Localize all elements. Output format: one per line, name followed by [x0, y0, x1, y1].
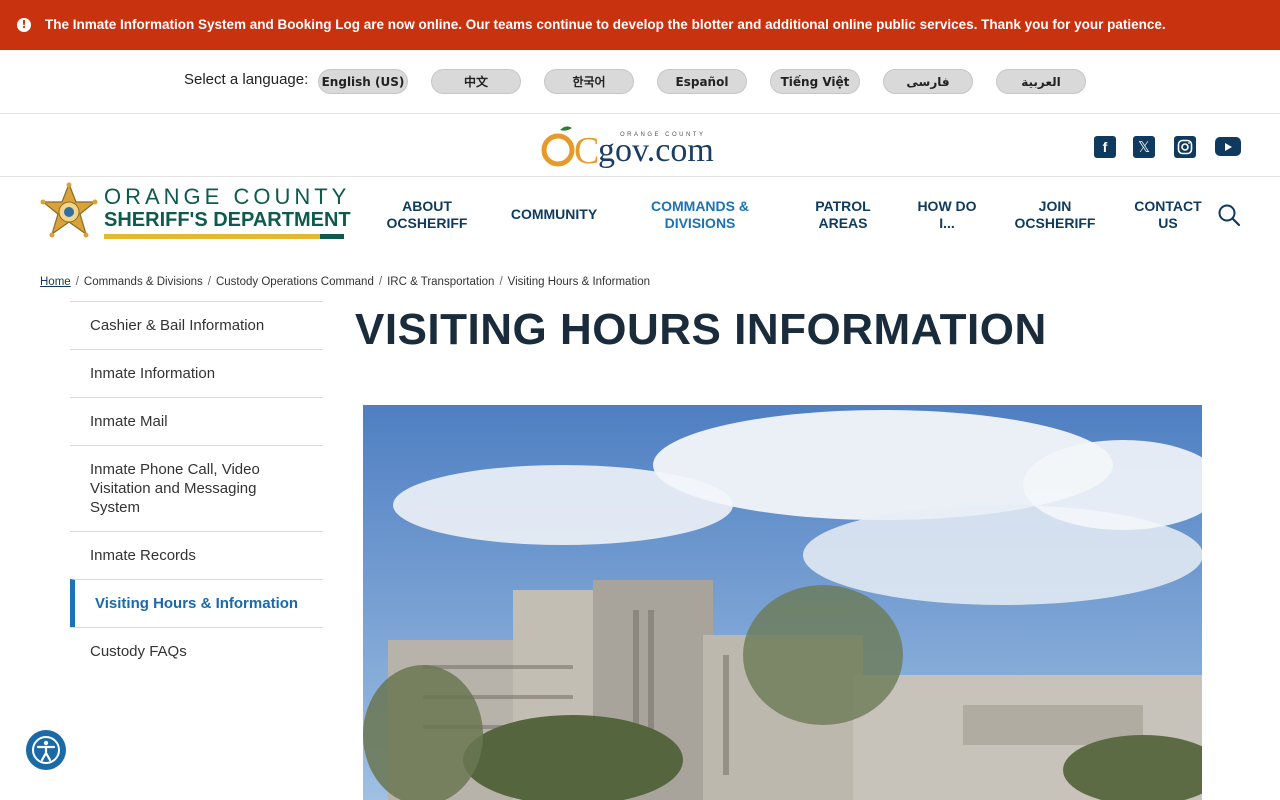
- language-button-arabic[interactable]: العربية: [996, 69, 1086, 94]
- alert-text: The Inmate Information System and Bookin…: [45, 17, 1166, 32]
- search-icon[interactable]: [1217, 203, 1241, 227]
- brand-line2: SHERIFF'S DEPARTMENT: [104, 209, 351, 231]
- sheriff-star-icon: [40, 182, 98, 238]
- sidebar-item-custody-faqs[interactable]: Custody FAQs: [70, 627, 323, 675]
- language-button-english[interactable]: English (US): [318, 69, 408, 94]
- language-button-farsi[interactable]: فارسی: [883, 69, 973, 94]
- nav-commands-divisions[interactable]: COMMANDS & DIVISIONS: [640, 198, 760, 232]
- language-button-spanish[interactable]: Español: [657, 69, 747, 94]
- brand-line1: ORANGE COUNTY: [104, 184, 351, 209]
- sidebar-item-inmate-mail[interactable]: Inmate Mail: [70, 397, 323, 445]
- alert-banner: ! The Inmate Information System and Book…: [0, 0, 1280, 50]
- page-title: VISITING HOURS INFORMATION: [355, 305, 1047, 354]
- sidebar-nav: Cashier & Bail Information Inmate Inform…: [70, 301, 323, 675]
- sidebar-item-inmate-records[interactable]: Inmate Records: [70, 531, 323, 579]
- info-icon: !: [17, 18, 31, 32]
- nav-about-ocsheriff[interactable]: ABOUT OCSHERIFF: [380, 198, 474, 232]
- facebook-icon[interactable]: f: [1094, 136, 1116, 158]
- youtube-icon[interactable]: [1215, 137, 1241, 156]
- instagram-icon[interactable]: [1174, 136, 1196, 158]
- language-bar: Select a language: English (US) 中文 한국어 E…: [0, 50, 1280, 114]
- ocgov-logo-c: C: [574, 130, 599, 170]
- brand-underline-accent: [320, 234, 344, 239]
- brand-underline: [104, 234, 344, 239]
- x-icon[interactable]: 𝕏: [1133, 136, 1155, 158]
- sidebar-item-inmate-phone-video[interactable]: Inmate Phone Call, Video Visitation and …: [70, 445, 323, 531]
- accessibility-button[interactable]: [26, 730, 66, 770]
- language-label: Select a language:: [184, 71, 309, 88]
- breadcrumb-custody-operations[interactable]: Custody Operations Command: [216, 276, 374, 288]
- facility-photo: [363, 405, 1202, 800]
- breadcrumb-home[interactable]: Home: [40, 276, 71, 288]
- language-button-vietnamese[interactable]: Tiếng Việt: [770, 69, 860, 94]
- sidebar-item-visiting-hours[interactable]: Visiting Hours & Information: [70, 579, 323, 627]
- ocgov-logo-small: ORANGE COUNTY: [620, 132, 706, 138]
- nav-how-do-i[interactable]: HOW DO I...: [910, 198, 984, 232]
- breadcrumb-commands-divisions[interactable]: Commands & Divisions: [84, 276, 203, 288]
- accessibility-icon: [32, 736, 60, 764]
- nav-patrol-areas[interactable]: PATROL AREAS: [808, 198, 878, 232]
- language-button-korean[interactable]: 한국어: [544, 69, 634, 94]
- ocgov-logo[interactable]: C gov.com ORANGE COUNTY: [540, 120, 740, 170]
- nav-join-ocsheriff[interactable]: JOIN OCSHERIFF: [1010, 198, 1100, 232]
- sidebar-item-inmate-information[interactable]: Inmate Information: [70, 349, 323, 397]
- breadcrumb: Home / Commands & Divisions / Custody Operat…: [40, 276, 650, 288]
- nav-community[interactable]: COMMUNITY: [502, 206, 606, 223]
- nav-contact-us[interactable]: CONTACT US: [1128, 198, 1208, 232]
- breadcrumb-current: Visiting Hours & Information: [507, 276, 650, 288]
- sheriff-brand-logo[interactable]: ORANGE COUNTY SHERIFF'S DEPARTMENT: [40, 180, 351, 248]
- ocgov-header: C gov.com ORANGE COUNTY f 𝕏: [0, 114, 1280, 177]
- sidebar-item-cashier-bail[interactable]: Cashier & Bail Information: [70, 301, 323, 349]
- breadcrumb-irc-transportation[interactable]: IRC & Transportation: [387, 276, 494, 288]
- language-button-chinese[interactable]: 中文: [431, 69, 521, 94]
